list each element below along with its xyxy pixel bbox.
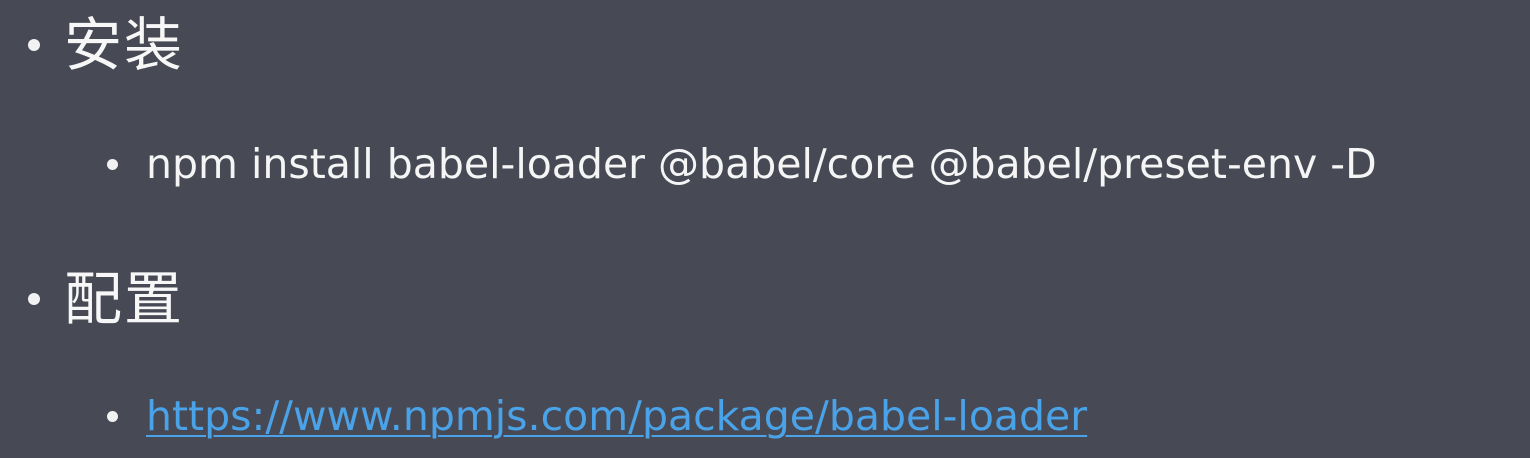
slide: 安装 npm install babel-loader @babel/core … (0, 0, 1530, 458)
heading-config: 配置 (64, 265, 185, 333)
bullet-item-install-command: npm install babel-loader @babel/core @ba… (107, 144, 1377, 185)
bullet-icon (107, 159, 118, 170)
bullet-item-config: 配置 (28, 270, 184, 328)
bullet-icon (107, 411, 118, 422)
bullet-icon (28, 293, 40, 305)
bullet-icon (28, 39, 40, 51)
heading-install: 安装 (64, 11, 185, 79)
install-command: npm install babel-loader @babel/core @ba… (146, 140, 1377, 188)
bullet-item-install: 安装 (28, 16, 184, 74)
bullet-item-config-link: https://www.npmjs.com/package/babel-load… (107, 396, 1087, 437)
babel-loader-link[interactable]: https://www.npmjs.com/package/babel-load… (146, 396, 1087, 437)
